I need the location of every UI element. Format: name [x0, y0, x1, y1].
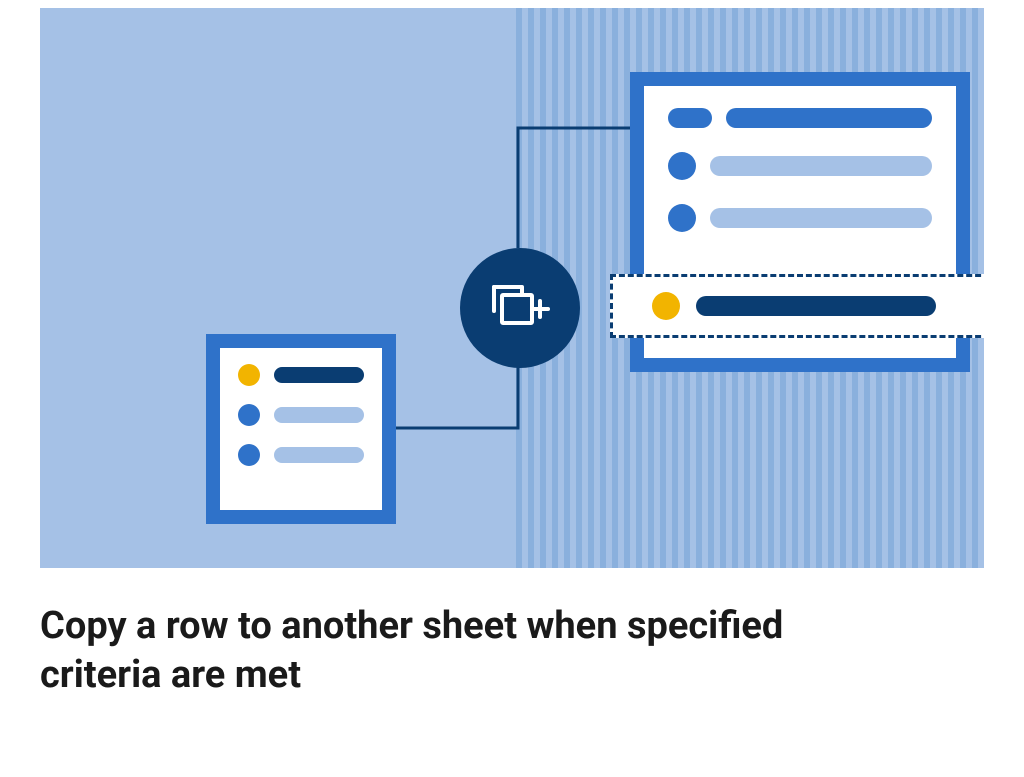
dest-header-row: [668, 108, 932, 128]
header-pill: [668, 108, 712, 128]
dest-row-3: [668, 204, 932, 232]
status-dot-blue: [238, 404, 260, 426]
status-dot-blue: [238, 444, 260, 466]
template-title: Copy a row to another sheet when specifi…: [40, 602, 840, 701]
status-dot-yellow: [238, 364, 260, 386]
source-sheet: [206, 334, 396, 524]
row-bar-dark: [696, 296, 936, 316]
status-dot-yellow: [652, 292, 680, 320]
status-dot-blue: [668, 152, 696, 180]
header-bar: [726, 108, 932, 128]
row-bar-dark: [274, 367, 364, 383]
status-dot-blue: [668, 204, 696, 232]
row-bar-light: [710, 156, 932, 176]
source-row-2: [238, 404, 364, 426]
template-card: Copy a row to another sheet when specifi…: [40, 8, 984, 701]
copied-row-placeholder: [610, 274, 984, 338]
source-row-1: [238, 364, 364, 386]
copy-add-icon: [488, 281, 552, 335]
row-bar-light: [710, 208, 932, 228]
source-row-3: [238, 444, 364, 466]
diagram-illustration: [40, 8, 984, 568]
action-badge: [460, 248, 580, 368]
row-bar-light: [274, 447, 364, 463]
row-bar-light: [274, 407, 364, 423]
dest-row-2: [668, 152, 932, 180]
